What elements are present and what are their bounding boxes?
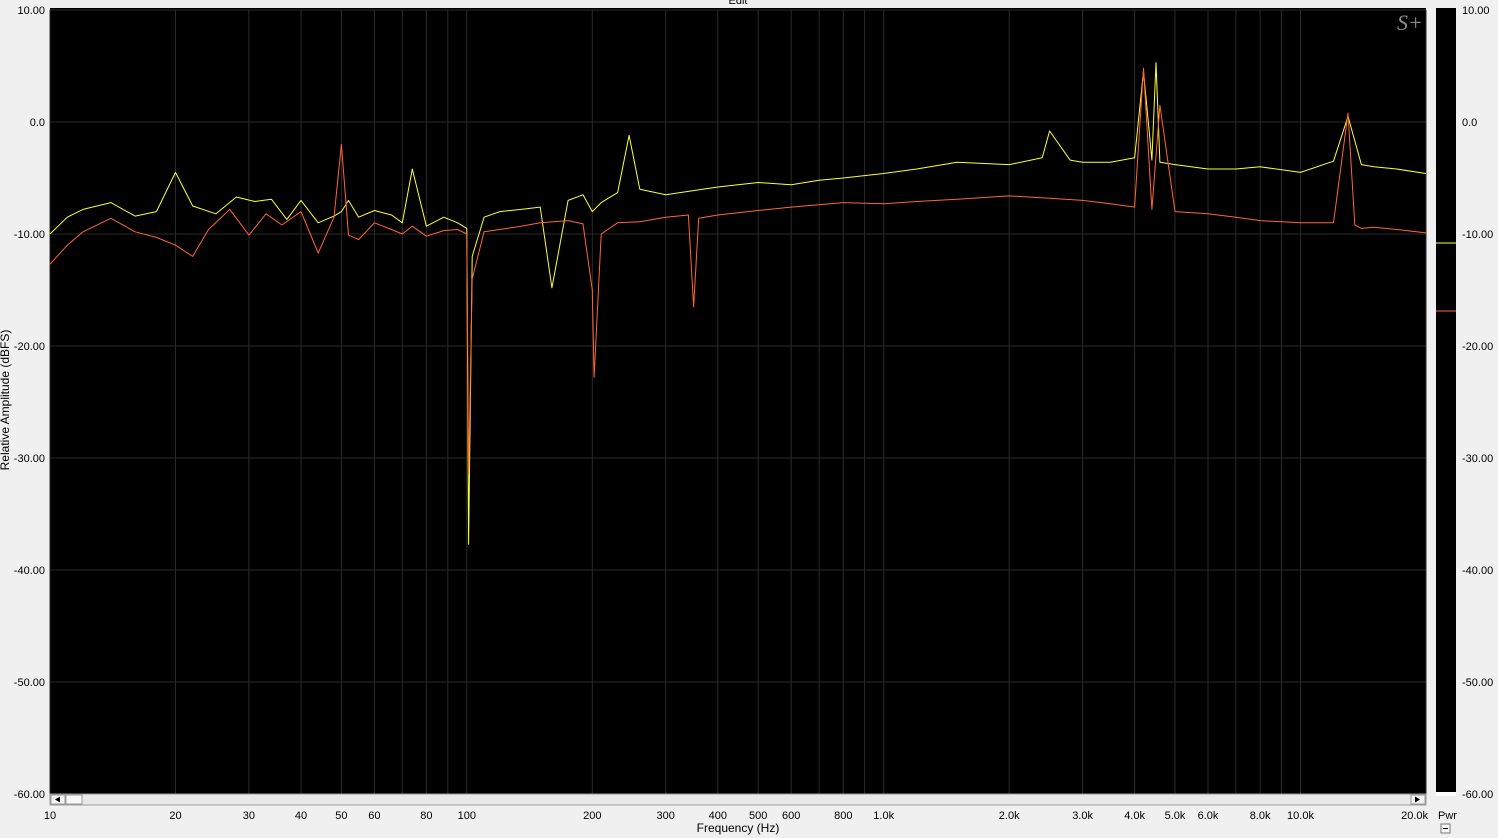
y-tick-label-right: -40.00 (1462, 565, 1493, 577)
x-tick-label: 5.0k (1165, 810, 1186, 822)
power-label: Pwr (1438, 810, 1457, 822)
x-tick-label: 4.0k (1124, 810, 1145, 822)
x-tick-label: 40 (295, 810, 307, 822)
x-tick-label: 60 (368, 810, 380, 822)
x-tick-label: 1.0k (873, 810, 894, 822)
scroll-thumb[interactable] (65, 794, 83, 805)
y-tick-label-left: -30.00 (14, 453, 45, 465)
horizontal-scrollbar[interactable] (49, 793, 1427, 806)
y-tick-label-left: -20.00 (14, 341, 45, 353)
y-tick-label-right: -50.00 (1462, 677, 1493, 689)
y-axis-label: Relative Amplitude (dBFS) (0, 330, 12, 471)
x-tick-label: 20.0k (1401, 810, 1428, 822)
x-tick-label: 30 (243, 810, 255, 822)
x-tick-label: 300 (657, 810, 675, 822)
y-tick-label-left: -50.00 (14, 677, 45, 689)
x-tick-label: 10 (44, 810, 56, 822)
plot-background (50, 8, 1426, 794)
x-tick-label: 2.0k (999, 810, 1020, 822)
x-tick-label: 3.0k (1072, 810, 1093, 822)
collapse-button[interactable] (1440, 823, 1451, 834)
y-tick-label-left: 0.0 (30, 117, 45, 129)
spectrum-chart: Edit S+ 10.00 0.0 -10.00 -20.00 -30.00 -40.00… (0, 0, 1493, 835)
x-tick-label: 6.0k (1198, 810, 1219, 822)
y-tick-label-right: -10.00 (1462, 229, 1493, 241)
y-tick-label-right: -60.00 (1462, 789, 1493, 801)
x-tick-label: 800 (834, 810, 852, 822)
y-tick-label-right: -30.00 (1462, 453, 1493, 465)
x-tick-label: 600 (782, 810, 800, 822)
y-tick-label-left: -10.00 (14, 229, 45, 241)
x-tick-label: 10.0k (1287, 810, 1314, 822)
x-tick-label: 80 (420, 810, 432, 822)
y-tick-label-left: -60.00 (14, 789, 45, 801)
power-meter-base (1436, 792, 1456, 796)
y-tick-label-left: -40.00 (14, 565, 45, 577)
right-y-ticks: 10.00 0.0 -10.00 -20.00 -30.00 -40.00 -50.00 -6… (1462, 5, 1493, 801)
x-tick-label: 20 (169, 810, 181, 822)
x-tick-label: 100 (458, 810, 476, 822)
x-axis-label: Frequency (Hz) (697, 821, 780, 835)
left-y-ticks: 10.00 0.0 -10.00 -20.00 -30.00 -40.00 -50.00 -6… (14, 5, 45, 801)
y-tick-label-right: 10.00 (1462, 5, 1490, 17)
watermark: S+ (1397, 10, 1423, 35)
y-tick-label-right: -20.00 (1462, 341, 1493, 353)
x-tick-label: 8.0k (1250, 810, 1271, 822)
x-tick-label: 200 (583, 810, 601, 822)
y-tick-label-right: 0.0 (1462, 117, 1477, 129)
y-tick-label-left: 10.00 (17, 5, 45, 17)
power-meter-panel (1436, 8, 1456, 794)
chart-title: Edit (729, 0, 748, 7)
x-tick-label: 50 (335, 810, 347, 822)
